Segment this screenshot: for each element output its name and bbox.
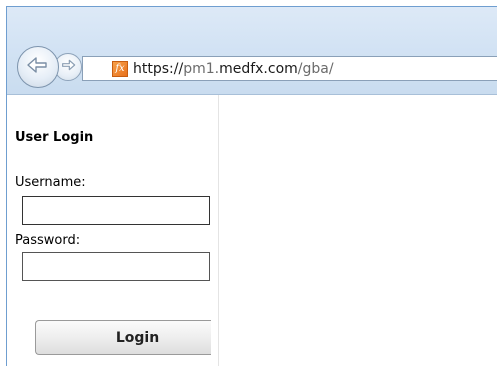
login-panel: User Login Username: Password: Login: [7, 95, 219, 366]
browser-window: fx https://pm1.medfx.com/gba/ User Login…: [6, 6, 497, 366]
url-scheme: https://: [133, 60, 184, 77]
back-arrow-icon: [26, 53, 50, 81]
forward-arrow-icon: [60, 57, 76, 77]
url-host-sub: pm1.: [183, 60, 220, 77]
browser-toolbar: fx https://pm1.medfx.com/gba/: [7, 7, 497, 95]
address-bar[interactable]: fx https://pm1.medfx.com/gba/: [82, 56, 497, 81]
password-label: Password:: [15, 233, 81, 248]
medfx-fx-icon: fx: [112, 60, 128, 77]
login-title: User Login: [15, 130, 94, 145]
page-content: User Login Username: Password: Login: [7, 95, 497, 366]
username-input[interactable]: [22, 196, 210, 225]
login-button[interactable]: Login: [35, 320, 211, 355]
back-button[interactable]: [17, 46, 59, 88]
username-label: Username:: [15, 175, 86, 190]
url-host-domain: medfx.com: [219, 60, 298, 77]
favicon-label: fx: [115, 62, 125, 74]
url-path: /gba/: [297, 60, 334, 77]
password-input[interactable]: [22, 252, 210, 281]
address-url[interactable]: https://pm1.medfx.com/gba/: [133, 61, 334, 77]
